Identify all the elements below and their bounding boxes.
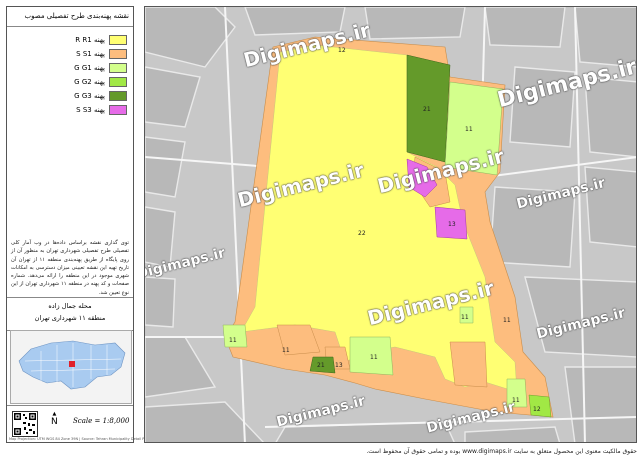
legend-item-g1: پهنه G G1 (74, 63, 127, 74)
zone-label: 21 (317, 362, 325, 369)
locator-map (10, 330, 132, 404)
legend-swatch (109, 63, 127, 73)
zone-label: 12 (533, 406, 541, 413)
zone-label: 22 (358, 230, 366, 237)
legend-swatch (109, 91, 127, 101)
legend-item-g3: پهنه G G3 (74, 91, 127, 102)
zone-label: 13 (448, 221, 456, 228)
neighborhood-name: محله جمال زاده (48, 302, 92, 310)
zone-label: 11 (503, 317, 511, 324)
legend-item-s1: پهنه S S1 (76, 49, 127, 60)
map-view[interactable]: 12 21 11 22 13 11 11 21 13 11 11 12 11 1… (144, 6, 637, 443)
location-marker (69, 361, 75, 367)
legend-panel: نقشه پهنه‌بندی طرح تفصیلی مصوب پهنه R R1… (6, 6, 192, 443)
map-sheet: نقشه پهنه‌بندی طرح تفصیلی مصوب پهنه R R1… (0, 0, 643, 461)
zone-label: 11 (370, 354, 378, 361)
district-name: منطقه ۱۱ شهرداری تهران (34, 314, 106, 322)
zone-label: 11 (282, 347, 290, 354)
map-info-box: ▲ N Scale = 1:8,000 Map Projection: UTM … (7, 405, 192, 443)
zone-label: 21 (423, 106, 431, 113)
legend-swatch (109, 105, 127, 115)
region-title: محله جمال زاده منطقه ۱۱ شهرداری تهران (7, 297, 133, 331)
legend-swatch (109, 35, 127, 45)
legend-item-r1: پهنه R R1 (75, 35, 127, 46)
legend-swatch (109, 49, 127, 59)
copyright-footer: حقوق مالکیت معنوی این محصول متعلق به سای… (366, 448, 637, 455)
zone-label: 13 (335, 362, 343, 369)
locator-map-graphic (18, 340, 126, 390)
scale-label: Scale = 1:8,000 (73, 417, 130, 425)
zone-label: 11 (465, 126, 473, 133)
legend-title: نقشه پهنه‌بندی طرح تفصیلی مصوب (7, 7, 133, 27)
legend-item-s3: پهنه S S3 (76, 105, 127, 116)
legend-item-g2: پهنه G G2 (74, 77, 127, 88)
north-arrow-icon: ▲ N (51, 411, 58, 427)
legend-swatch (109, 77, 127, 87)
legend-note: توی گذاری نقشه براساس داده‌ها در وب آمار… (11, 240, 129, 296)
zone-label: 11 (229, 337, 237, 344)
qr-code-icon (12, 411, 38, 437)
zone-label: 11 (461, 314, 469, 321)
